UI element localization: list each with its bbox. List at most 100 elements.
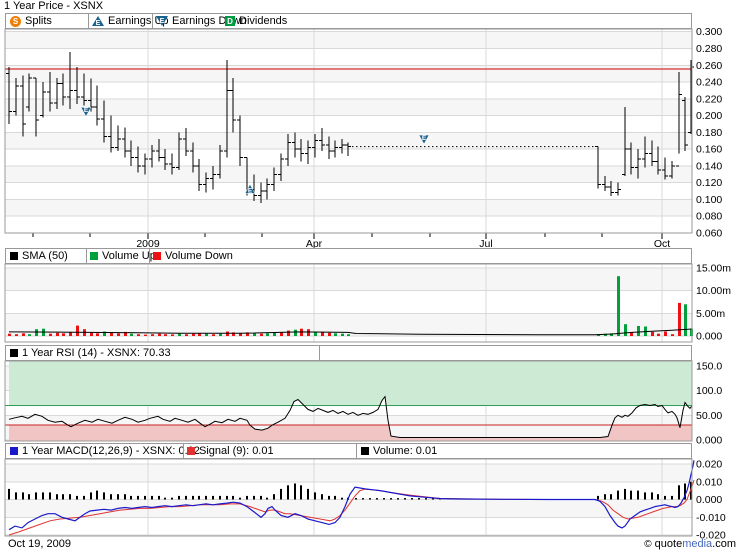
axis-tick-label: 0.100 bbox=[696, 194, 722, 206]
macd-volume-bar bbox=[604, 494, 606, 499]
volume-bar bbox=[185, 334, 188, 336]
axis-tick-label: 0.000 bbox=[696, 435, 722, 447]
axis-tick-label: 0.010 bbox=[696, 476, 722, 488]
axis-tick-label: 0.220 bbox=[696, 93, 722, 105]
quotemedia-brand[interactable]: © quotemedia.com bbox=[644, 538, 736, 550]
volume-bar bbox=[341, 334, 344, 336]
axis-tick-label: 0.120 bbox=[696, 177, 722, 189]
legend-separator bbox=[152, 14, 153, 28]
dividends-icon: D bbox=[225, 16, 235, 26]
brand-com: .com bbox=[712, 538, 736, 550]
volume-legend: SMA (50) Volume Up Volume Down bbox=[5, 248, 692, 264]
volume-bar bbox=[253, 333, 256, 336]
grid-band bbox=[5, 268, 692, 291]
macd-volume-bar bbox=[239, 498, 241, 500]
volume-bar bbox=[130, 334, 133, 336]
macd-volume-bar bbox=[287, 485, 289, 499]
volume-bar bbox=[347, 334, 350, 336]
macd-volume-bar bbox=[664, 496, 666, 500]
legend-item-rsi: 1 Year RSI (14) - XSNX: 70.33 bbox=[10, 346, 171, 360]
macd-volume-bar bbox=[300, 485, 302, 499]
macd-volume-bar bbox=[390, 498, 392, 499]
grid-band bbox=[5, 166, 692, 183]
macd-volume-bar bbox=[96, 491, 98, 500]
volume-bar bbox=[266, 333, 269, 336]
rsi-legend: 1 Year RSI (14) - XSNX: 70.33 bbox=[5, 345, 692, 361]
macd-volume-bar bbox=[62, 494, 64, 499]
volume-bar bbox=[178, 334, 181, 336]
volume-bar bbox=[334, 333, 337, 336]
grid-band bbox=[5, 32, 692, 49]
macd-volume-bar bbox=[76, 496, 78, 500]
volume-bar bbox=[164, 334, 167, 336]
macd-volume-bar bbox=[624, 489, 626, 500]
macd-volume-bar bbox=[418, 498, 420, 499]
earnings-up-icon: E bbox=[92, 16, 104, 26]
volume-bar bbox=[671, 334, 674, 336]
macd-volume-bar bbox=[644, 492, 646, 499]
earnings-down-marker-letter: E bbox=[422, 135, 427, 142]
volume-bar bbox=[151, 334, 154, 336]
axis-tick-label: 0.060 bbox=[696, 228, 722, 240]
legend-label-signal: Signal (9): 0.01 bbox=[199, 445, 274, 457]
volume-bar bbox=[273, 333, 276, 336]
axis-tick-label: 0.280 bbox=[696, 43, 722, 55]
macd-volume-bar bbox=[137, 496, 139, 500]
volume-bar bbox=[307, 329, 310, 336]
macd-volume-bar bbox=[383, 498, 385, 499]
macd-volume-bar bbox=[397, 498, 399, 499]
macd-volume-bar bbox=[260, 496, 262, 500]
legend-item-splits: S Splits bbox=[10, 14, 52, 28]
volume-bar bbox=[76, 326, 79, 336]
axis-tick-label: 0.200 bbox=[696, 110, 722, 122]
macd-volume-bar bbox=[8, 489, 10, 500]
brand-media: media bbox=[682, 538, 712, 550]
legend-separator bbox=[319, 346, 320, 360]
macd-volume-bar bbox=[35, 492, 37, 499]
macd-volume-bar bbox=[103, 492, 105, 499]
macd-volume-bar bbox=[266, 498, 268, 500]
grid-band bbox=[5, 99, 692, 116]
charts-canvas: EEE2009AprJulOct0.3000.2800.2600.2400.22… bbox=[0, 0, 740, 550]
volume-bar bbox=[637, 326, 640, 336]
macd-volume-bar bbox=[341, 498, 343, 500]
axis-tick-label: 0.160 bbox=[696, 144, 722, 156]
macd-volume-swatch bbox=[361, 447, 369, 455]
axis-tick-label: 15.00m bbox=[696, 263, 731, 275]
volume-bar bbox=[328, 333, 331, 336]
macd-volume-bar bbox=[117, 494, 119, 499]
macd-volume-bar bbox=[56, 494, 58, 499]
macd-volume-bar bbox=[404, 498, 406, 499]
volume-bar bbox=[90, 333, 93, 336]
volume-bar bbox=[657, 334, 660, 336]
legend-separator bbox=[88, 14, 89, 28]
macd-volume-bar bbox=[610, 494, 612, 499]
axis-tick-label: 0.260 bbox=[696, 60, 722, 72]
volume-bar bbox=[62, 333, 65, 336]
legend-separator bbox=[149, 249, 150, 263]
volume-bar bbox=[171, 334, 174, 336]
volume-bar bbox=[69, 332, 72, 336]
sma-swatch bbox=[10, 252, 18, 260]
volume-bar bbox=[651, 332, 654, 336]
page-title: 1 Year Price - XSNX bbox=[4, 0, 103, 13]
axis-tick-label: 0.180 bbox=[696, 127, 722, 139]
volume-bar bbox=[314, 332, 317, 336]
grid-band bbox=[5, 199, 692, 216]
macd-volume-bar bbox=[130, 496, 132, 500]
macd-volume-bar bbox=[28, 494, 30, 499]
macd-volume-bar bbox=[226, 496, 228, 500]
macd-volume-bar bbox=[671, 496, 673, 500]
price-legend: S Splits E Earnings Up E Earnings Down D… bbox=[5, 13, 692, 29]
volume-bar bbox=[684, 304, 687, 336]
axis-tick-label: 10.00m bbox=[696, 285, 731, 297]
axis-tick-label: 0.300 bbox=[696, 26, 722, 38]
macd-volume-bar bbox=[273, 494, 275, 499]
volume-bar bbox=[205, 334, 208, 336]
volume-bar bbox=[117, 333, 120, 336]
volume-bar bbox=[158, 334, 161, 336]
legend-label-macd: 1 Year MACD(12,26,9) - XSNX: 0.02 bbox=[22, 445, 200, 457]
legend-label-dividends: Dividends bbox=[239, 15, 287, 27]
axis-tick-label: 0.000 bbox=[696, 494, 722, 506]
legend-label-splits: Splits bbox=[25, 15, 52, 27]
